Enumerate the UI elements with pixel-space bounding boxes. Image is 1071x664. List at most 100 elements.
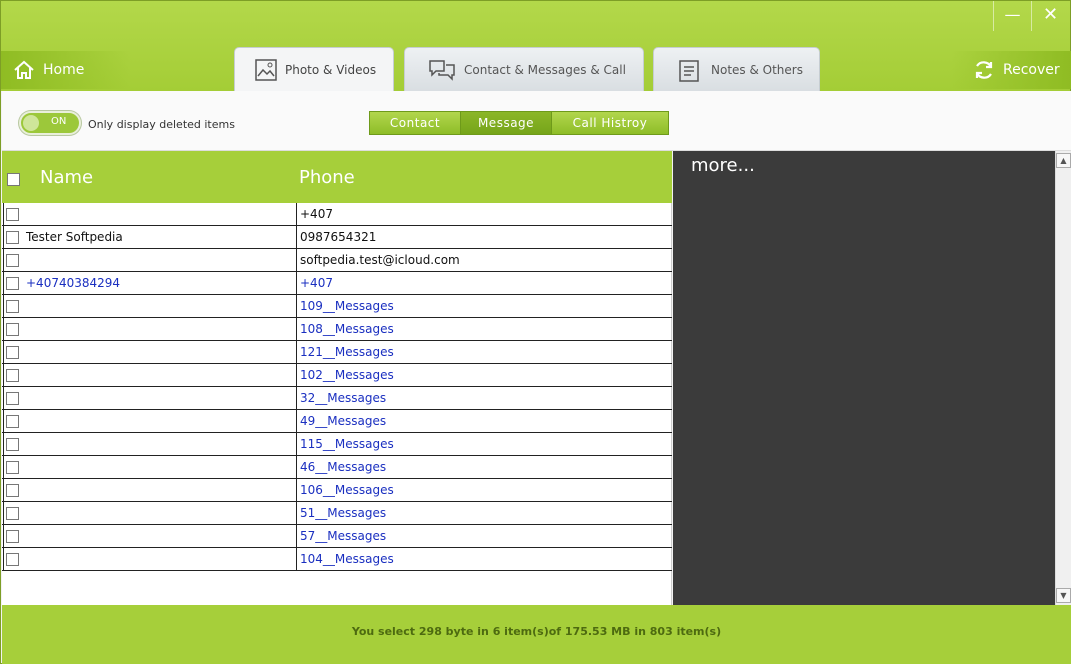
- row-checkbox[interactable]: [6, 346, 19, 359]
- row-checkbox[interactable]: [6, 231, 19, 244]
- toggle-label: Only display deleted items: [88, 118, 235, 131]
- row-phone[interactable]: 109__Messages: [300, 299, 394, 313]
- table-row[interactable]: 51__Messages: [2, 502, 672, 525]
- column-divider: [296, 203, 297, 226]
- column-divider: [296, 410, 297, 433]
- row-phone[interactable]: 51__Messages: [300, 506, 386, 520]
- home-icon: [14, 60, 34, 79]
- table-row[interactable]: Tester Softpedia 0987654321: [2, 226, 672, 249]
- tab-photo-videos[interactable]: Photo & Videos: [234, 47, 394, 91]
- home-button[interactable]: Home: [1, 51, 131, 89]
- table-header: Name Phone: [2, 151, 672, 203]
- table-row[interactable]: softpedia.test@icloud.com: [2, 249, 672, 272]
- image-icon: [255, 59, 277, 81]
- row-checkbox[interactable]: [6, 208, 19, 221]
- more-link[interactable]: more...: [691, 155, 755, 176]
- select-all-checkbox[interactable]: [7, 173, 20, 186]
- table-row[interactable]: 46__Messages: [2, 456, 672, 479]
- column-divider: [296, 272, 297, 295]
- tab-photo-videos-label: Photo & Videos: [285, 63, 377, 77]
- column-divider: [296, 249, 297, 272]
- home-label: Home: [43, 62, 85, 78]
- tab-contact-messages[interactable]: Contact & Messages & Call log: [404, 47, 644, 121]
- table-body: +407 Tester Softpedia 0987654321 softpedia.…: [2, 203, 672, 571]
- notes-icon: [679, 60, 699, 82]
- table-row[interactable]: 104__Messages: [2, 548, 672, 571]
- row-checkbox[interactable]: [6, 254, 19, 267]
- row-phone: softpedia.test@icloud.com: [300, 253, 460, 267]
- column-header-phone[interactable]: Phone: [299, 167, 355, 188]
- column-divider: [296, 341, 297, 364]
- row-phone[interactable]: 121__Messages: [300, 345, 394, 359]
- column-divider: [296, 318, 297, 341]
- row-phone[interactable]: 108__Messages: [300, 322, 394, 336]
- close-button[interactable]: ✕: [1031, 1, 1069, 31]
- detail-panel: more...: [673, 151, 1055, 605]
- segment-contact[interactable]: Contact: [369, 111, 461, 135]
- row-phone[interactable]: +407: [300, 276, 333, 290]
- row-checkbox[interactable]: [6, 553, 19, 566]
- row-checkbox[interactable]: [6, 277, 19, 290]
- row-phone: 0987654321: [300, 230, 377, 244]
- table-row[interactable]: 121__Messages: [2, 341, 672, 364]
- row-checkbox[interactable]: [6, 323, 19, 336]
- table-row[interactable]: 106__Messages: [2, 479, 672, 502]
- app-window: — ✕ Home Photo & Videos Contact & Messag…: [0, 0, 1071, 664]
- vertical-scrollbar[interactable]: ▲ ▼: [1055, 151, 1071, 605]
- column-divider: [296, 456, 297, 479]
- row-checkbox[interactable]: [6, 484, 19, 497]
- table-row[interactable]: 102__Messages: [2, 364, 672, 387]
- row-checkbox[interactable]: [6, 461, 19, 474]
- messages-table: Name Phone +407 Tester Softpedia 098765432…: [2, 151, 672, 605]
- column-divider: [296, 226, 297, 249]
- recover-button[interactable]: Recover: [951, 51, 1071, 89]
- segment-call-history[interactable]: Call Histroy: [551, 111, 669, 135]
- toggle-knob: [23, 115, 39, 131]
- column-divider: [296, 433, 297, 456]
- row-checkbox[interactable]: [6, 300, 19, 313]
- deleted-items-toggle[interactable]: ON: [19, 111, 81, 135]
- minimize-button[interactable]: —: [993, 1, 1031, 31]
- toolbar: ON Only display deleted items Contact Me…: [2, 91, 1071, 151]
- row-phone[interactable]: 49__Messages: [300, 414, 386, 428]
- toggle-state: ON: [51, 116, 67, 127]
- table-row[interactable]: 49__Messages: [2, 410, 672, 433]
- row-name: +40740384294: [26, 276, 121, 290]
- table-row[interactable]: 32__Messages: [2, 387, 672, 410]
- scroll-up-icon[interactable]: ▲: [1056, 153, 1071, 168]
- table-row[interactable]: 109__Messages: [2, 295, 672, 318]
- row-phone[interactable]: 106__Messages: [300, 483, 394, 497]
- row-phone[interactable]: 57__Messages: [300, 529, 386, 543]
- recover-label: Recover: [1003, 62, 1060, 78]
- column-header-name[interactable]: Name: [40, 167, 93, 188]
- table-row[interactable]: 108__Messages: [2, 318, 672, 341]
- row-phone[interactable]: 102__Messages: [300, 368, 394, 382]
- column-divider: [296, 479, 297, 502]
- row-checkbox[interactable]: [6, 415, 19, 428]
- row-phone[interactable]: 115__Messages: [300, 437, 394, 451]
- chat-icon: [429, 60, 455, 81]
- scroll-down-icon[interactable]: ▼: [1056, 588, 1071, 603]
- column-divider: [296, 548, 297, 571]
- row-checkbox[interactable]: [6, 392, 19, 405]
- refresh-icon: [975, 61, 993, 79]
- row-phone[interactable]: 104__Messages: [300, 552, 394, 566]
- row-checkbox[interactable]: [6, 438, 19, 451]
- tab-notes-others[interactable]: Notes & Others: [653, 47, 820, 91]
- row-checkbox[interactable]: [6, 369, 19, 382]
- tab-notes-others-label: Notes & Others: [711, 63, 803, 77]
- table-row[interactable]: 57__Messages: [2, 525, 672, 548]
- row-checkbox[interactable]: [6, 530, 19, 543]
- column-divider: [296, 525, 297, 548]
- table-row[interactable]: +407: [2, 203, 672, 226]
- row-checkbox[interactable]: [6, 507, 19, 520]
- row-phone: +407: [300, 207, 333, 221]
- row-name: Tester Softpedia: [26, 230, 123, 244]
- segment-message[interactable]: Message: [460, 111, 552, 135]
- table-row[interactable]: 115__Messages: [2, 433, 672, 456]
- table-row[interactable]: +40740384294 +407: [2, 272, 672, 295]
- status-bar: You select 298 byte in 6 item(s)of 175.5…: [2, 605, 1071, 664]
- row-phone[interactable]: 32__Messages: [300, 391, 386, 405]
- column-divider: [296, 502, 297, 525]
- row-phone[interactable]: 46__Messages: [300, 460, 386, 474]
